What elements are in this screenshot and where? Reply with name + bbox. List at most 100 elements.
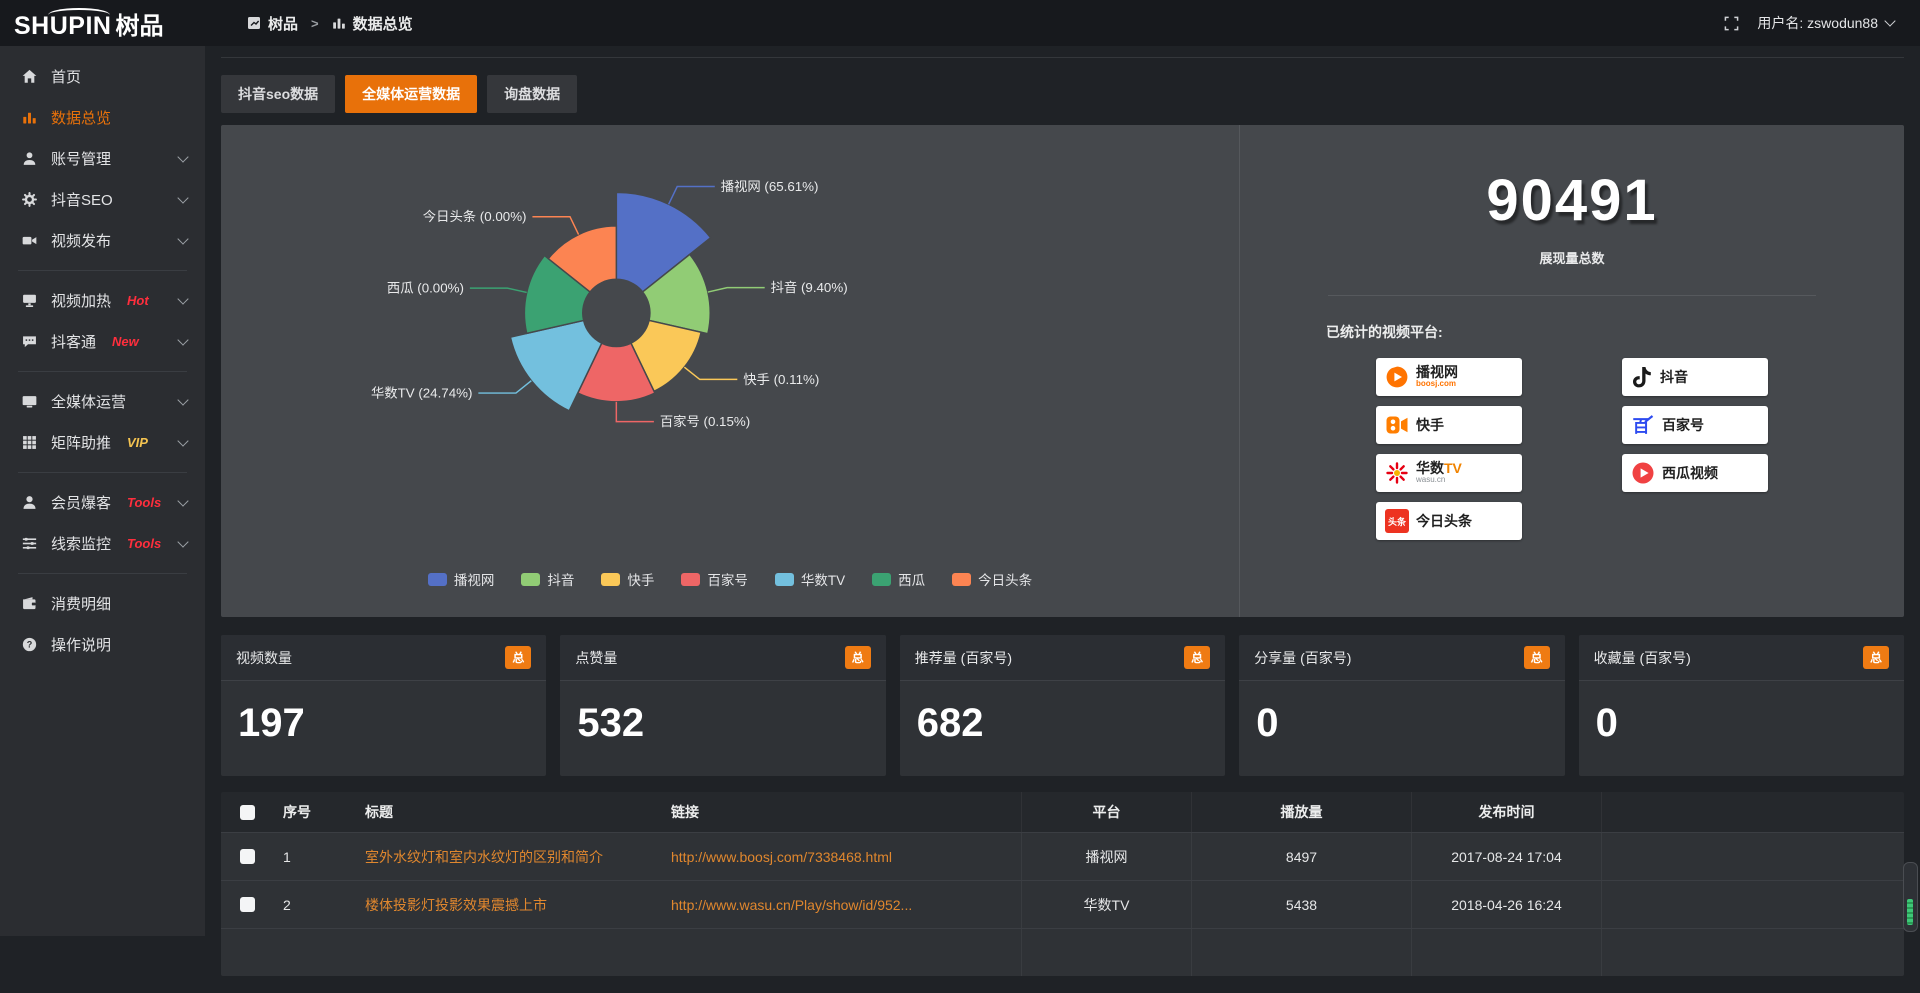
total-badge[interactable]: 总 [1524,646,1550,669]
header-divider [221,57,1904,58]
legend-item-toutiao[interactable]: 今日头条 [952,569,1032,589]
legend-swatch [775,573,794,586]
platform-subtext: boosj.com [1416,380,1458,388]
tab-douyin-seo-data[interactable]: 抖音seo数据 [221,75,335,113]
sidebar-item-label: 抖客通 [51,331,96,352]
video-url-link[interactable]: http://www.wasu.cn/Play/show/id/952... [671,897,912,913]
sidebar-item-expense-detail[interactable]: 消费明细 [0,583,205,624]
user-menu[interactable]: 用户名: zswodun88 [1757,13,1894,33]
video-url-link[interactable]: http://www.boosj.com/7338468.html [671,849,892,865]
total-badge[interactable]: 总 [1184,646,1210,669]
sidebar-divider [18,371,187,372]
stat-card-title: 分享量 (百家号) [1254,648,1351,668]
row-checkbox[interactable] [240,897,255,912]
platform-badge-xigua: 西瓜视频 [1622,454,1768,492]
pie-label: 西瓜 (0.00%) [387,281,464,296]
sidebar-item-lead-monitor[interactable]: 线索监控Tools [0,523,205,564]
legend-item-douyin[interactable]: 抖音 [521,569,574,589]
stat-card-header: 视频数量总 [221,635,546,681]
cell-platform [1021,929,1191,976]
pie-label: 播视网 (65.61%) [721,179,819,194]
sidebar-item-home[interactable]: 首页 [0,56,205,97]
stat-card-body: 0 [1239,681,1564,776]
column-header-1: 序号 [273,802,355,822]
boosj-logo-icon [1385,365,1409,389]
sidebar-item-douyin-seo[interactable]: 抖音SEO [0,179,205,220]
video-title-link[interactable]: 室外水纹灯和室内水纹灯的区别和简介 [365,849,603,865]
chart-legend: 播视网 抖音 快手 百家号 华数TV 西瓜 今日头条 [221,569,1239,589]
cell-index: 1 [273,849,355,865]
platform-name: 百家号 [1662,418,1704,433]
sidebar-item-media-operation[interactable]: 全媒体运营 [0,381,205,422]
platform-name: 华数TV [1416,461,1462,476]
pie-label-line [616,402,654,422]
platform-badge-toutiao: 头条今日头条 [1376,502,1522,540]
breadcrumb-separator: > [311,16,319,31]
platforms-label: 已统计的视频平台: [1326,322,1443,342]
cell-extra [1601,833,1904,880]
chevron-down-icon [177,334,188,345]
question-icon: ? [22,637,39,652]
legend-label: 今日头条 [978,569,1032,589]
sidebar-item-label: 账号管理 [51,148,111,169]
breadcrumb-home[interactable]: 树品 [268,13,298,34]
platform-badge-text: 抖音 [1660,370,1688,385]
videos-table: 序号标题链接平台播放量发布时间1室外水纹灯和室内水纹灯的区别和简介http://… [221,792,1904,976]
total-badge[interactable]: 总 [1863,646,1889,669]
legend-item-wasu[interactable]: 华数TV [775,569,845,589]
stat-card-value: 197 [238,701,529,746]
sidebar-divider [18,573,187,574]
pie-label-line [708,288,765,292]
stat-card-header: 点赞量总 [560,635,885,681]
cell-extra [1601,881,1904,928]
table-row-1: 1 室外水纹灯和室内水纹灯的区别和简介 http://www.boosj.com/7… [221,832,1904,880]
row-checkbox[interactable] [240,849,255,864]
legend-item-xigua[interactable]: 西瓜 [872,569,925,589]
column-header-6: 发布时间 [1411,792,1601,832]
baijiahao-logo-icon: 百 [1631,413,1655,437]
sidebar-item-account-management[interactable]: 账号管理 [0,138,205,179]
pie-label-line [470,288,527,292]
cell-time: 2017-08-24 17:04 [1411,833,1601,880]
legend-item-kuaishou[interactable]: 快手 [601,569,654,589]
legend-item-boosj[interactable]: 播视网 [428,569,495,589]
sidebar-item-badge: Tools [127,495,161,510]
sidebar-item-data-overview[interactable]: 数据总览 [0,97,205,138]
legend-swatch [952,573,971,586]
sidebar-item-instructions[interactable]: ?操作说明 [0,624,205,665]
sidebar-item-label: 首页 [51,66,81,87]
person-icon [22,495,39,510]
stat-card-body: 0 [1579,681,1904,776]
platform-badge-text: 华数TVwasu.cn [1416,461,1462,484]
total-badge[interactable]: 总 [845,646,871,669]
scrollbar-thumb[interactable] [1907,899,1913,925]
select-all-checkbox[interactable] [240,805,255,820]
sidebar-item-label: 视频发布 [51,230,111,251]
page-scrollbar[interactable] [1903,862,1918,932]
platform-badge-boosj: 播视网boosj.com [1376,358,1522,396]
sidebar-item-member-burst[interactable]: 会员爆客Tools [0,482,205,523]
tab-inquiry-data[interactable]: 询盘数据 [487,75,577,113]
total-badge[interactable]: 总 [505,646,531,669]
platform-name: 快手 [1416,418,1444,433]
platform-badge-douyin: 抖音 [1622,358,1768,396]
sidebar-item-label: 视频加热 [51,290,111,311]
sidebar-item-video-publish[interactable]: 视频发布 [0,220,205,261]
tab-media-operation-data[interactable]: 全媒体运营数据 [345,75,477,113]
platform-name: 西瓜视频 [1662,466,1718,481]
fullscreen-icon[interactable] [1724,16,1739,31]
sidebar-item-douketong[interactable]: 抖客通New [0,321,205,362]
stat-card-value: 0 [1256,701,1547,746]
platform-name: 播视网 [1416,365,1458,380]
cell-plays: 8497 [1191,833,1411,880]
legend-item-baijiahao[interactable]: 百家号 [681,569,748,589]
chevron-down-icon [177,151,188,162]
platform-column-2: 抖音百百家号西瓜视频 [1622,358,1768,540]
cell-extra [1601,929,1904,976]
sidebar-item-matrix-boost[interactable]: 矩阵助推VIP [0,422,205,463]
summary-divider [1328,295,1816,296]
logo-suffix: 树品 [115,6,163,41]
toutiao-logo-icon: 头条 [1385,509,1409,533]
sidebar-item-video-heat[interactable]: 视频加热Hot [0,280,205,321]
video-title-link[interactable]: 楼体投影灯投影效果震撼上市 [365,897,547,913]
